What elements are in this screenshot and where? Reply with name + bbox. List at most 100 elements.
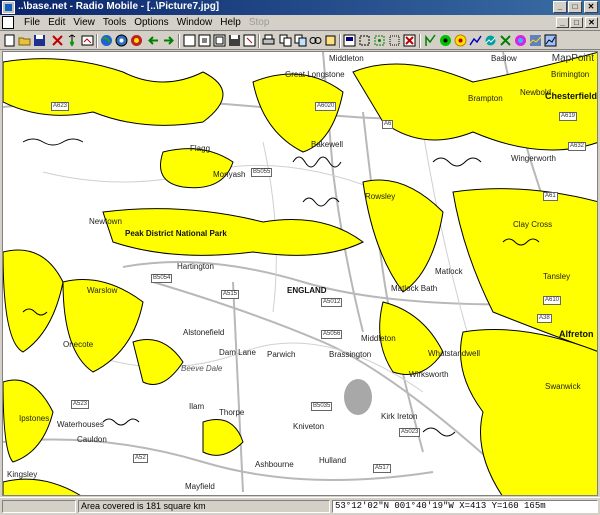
maximize-button[interactable]: □ <box>568 1 582 13</box>
menu-file[interactable]: File <box>20 16 44 29</box>
road-label: A515 <box>221 290 240 299</box>
road-label: B5035 <box>311 402 333 411</box>
place-label: Wirksworth <box>409 370 449 379</box>
road-label: A52 <box>133 454 148 463</box>
road-label: A619 <box>559 112 578 121</box>
coverage-map-icon[interactable] <box>130 34 143 47</box>
road-label: A38 <box>537 314 552 323</box>
color-wheel-icon[interactable] <box>514 34 527 47</box>
extract-icon[interactable] <box>324 34 337 47</box>
mappoint-watermark: MapPoint <box>551 53 594 64</box>
picture-export-icon[interactable] <box>243 34 256 47</box>
grid-icon[interactable] <box>373 34 386 47</box>
cancel-icon[interactable] <box>403 34 416 47</box>
place-label: Rowsley <box>365 192 396 201</box>
map-properties-icon[interactable] <box>115 34 128 47</box>
place-label: Parwich <box>267 350 296 359</box>
place-label: Middleton <box>361 334 396 343</box>
polar-plot-icon[interactable] <box>439 34 452 47</box>
menu-tools[interactable]: Tools <box>99 16 130 29</box>
nav-back-icon[interactable] <box>147 34 160 47</box>
place-label: Brimington <box>551 70 590 79</box>
child-close-button[interactable]: ✕ <box>585 17 598 28</box>
place-label: Chesterfield <box>545 91 598 101</box>
print-icon[interactable] <box>262 34 275 47</box>
merge-icon[interactable] <box>309 34 322 47</box>
status-pane-empty <box>2 500 76 513</box>
nav-forward-icon[interactable] <box>162 34 175 47</box>
place-label: Whatstandwell <box>428 349 481 358</box>
title-bar: ..\base.net - Radio Mobile - [..\Picture… <box>0 0 600 15</box>
child-restore-button[interactable]: □ <box>570 17 583 28</box>
unit-properties-icon[interactable] <box>66 34 79 47</box>
road-label: A6020 <box>315 102 337 111</box>
menu-bar: File Edit View Tools Options Window Help… <box>0 15 600 31</box>
road-label: A632 <box>568 142 587 151</box>
road-label: A5056 <box>321 330 343 339</box>
status-area-covered: Area covered is 181 square km <box>78 500 330 513</box>
picture-copy-icon[interactable] <box>198 34 211 47</box>
copy-icon[interactable] <box>279 34 292 47</box>
menu-window[interactable]: Window <box>173 16 217 29</box>
document-icon[interactable] <box>2 16 14 29</box>
road-label: B5055 <box>251 168 273 177</box>
coverage-icon[interactable] <box>454 34 467 47</box>
place-label: Kingsley <box>7 470 38 479</box>
place-label: Matlock Bath <box>391 284 438 293</box>
place-label: Brampton <box>468 94 503 103</box>
child-minimize-button[interactable]: _ <box>556 17 569 28</box>
elevation-icon[interactable] <box>529 34 542 47</box>
picture-save-icon[interactable] <box>228 34 241 47</box>
select-icon[interactable] <box>388 34 401 47</box>
zoom-icon[interactable] <box>358 34 371 47</box>
place-label: Hartington <box>177 262 214 271</box>
road-label: A523 <box>71 400 90 409</box>
app-icon[interactable] <box>2 1 15 14</box>
minimize-button[interactable]: _ <box>553 1 567 13</box>
place-label: Bakewell <box>311 140 344 149</box>
place-label: Tansley <box>543 272 571 281</box>
place-label: Cauldon <box>77 435 107 444</box>
place-label: Monyash <box>213 170 246 179</box>
settings-icon[interactable] <box>499 34 512 47</box>
place-label: Warslow <box>87 286 118 295</box>
radio-link-icon[interactable] <box>424 34 437 47</box>
menu-help[interactable]: Help <box>216 16 245 29</box>
route-icon[interactable] <box>469 34 482 47</box>
place-label: Matlock <box>435 267 463 276</box>
menu-options[interactable]: Options <box>130 16 172 29</box>
terrain-icon[interactable] <box>484 34 497 47</box>
place-label: Alfreton <box>559 329 594 339</box>
picture-frame-icon[interactable] <box>213 34 226 47</box>
place-label: Onecote <box>63 340 94 349</box>
status-coordinates: 53°12'02"N 001°40'19"W X=413 Y=160 165m <box>332 500 598 513</box>
menu-stop: Stop <box>248 17 270 28</box>
open-icon[interactable] <box>18 34 31 47</box>
place-label: Brassington <box>329 350 372 359</box>
place-label: Alstonefield <box>183 328 225 337</box>
place-label: Ashbourne <box>255 460 294 469</box>
place-label: Kniveton <box>293 422 325 431</box>
cities-icon[interactable] <box>343 34 356 47</box>
place-label: Middleton <box>329 54 364 63</box>
network-icon[interactable] <box>81 34 94 47</box>
cartesian-icon[interactable] <box>544 34 557 47</box>
road-label: A5012 <box>321 298 343 307</box>
menu-view[interactable]: View <box>69 16 99 29</box>
paste-icon[interactable] <box>294 34 307 47</box>
status-bar: Area covered is 181 square km 53°12'02"N… <box>0 497 600 515</box>
menu-edit[interactable]: Edit <box>44 16 69 29</box>
save-icon[interactable] <box>33 34 46 47</box>
properties-icon[interactable] <box>51 34 64 47</box>
close-button[interactable]: ✕ <box>584 1 598 13</box>
map-canvas[interactable]: MapPoint Middleton Great Longstone Baslo… <box>2 51 598 496</box>
place-label: Wingerworth <box>511 154 556 163</box>
picture-icon[interactable] <box>183 34 196 47</box>
place-label: Newtown <box>89 217 122 226</box>
place-label: Ilam <box>189 402 205 411</box>
world-icon[interactable] <box>100 34 113 47</box>
place-label: ENGLAND <box>287 286 327 295</box>
place-label: Flagg <box>190 144 211 153</box>
new-icon[interactable] <box>3 34 16 47</box>
toolbar <box>0 32 600 50</box>
